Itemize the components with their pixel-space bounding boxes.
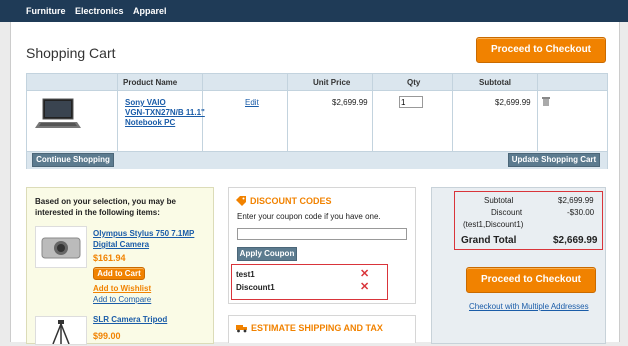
discount-title: DISCOUNT CODES — [250, 196, 332, 206]
crosssell-heading: Based on your selection, you may be inte… — [35, 197, 176, 217]
proceed-checkout-top-button[interactable]: Proceed to Checkout — [476, 37, 606, 63]
applied-code-2: Discount1 — [236, 283, 275, 292]
product-link-tripod[interactable]: SLR Camera Tripod — [93, 315, 167, 324]
unit-price: $2,699.99 — [332, 98, 368, 107]
tag-icon — [236, 196, 246, 208]
price-camera: $161.94 — [93, 253, 126, 263]
camera-image — [35, 226, 87, 268]
header-unit-price: Unit Price — [313, 78, 351, 87]
discount-detail: (test1,Discount1) — [463, 220, 524, 229]
crosssell-box: Based on your selection, you may be inte… — [26, 187, 214, 345]
discount-value: -$30.00 — [567, 208, 595, 217]
product-name-link[interactable]: Sony VAIO VGN-TXN27N/B 11.1" Notebook PC — [125, 98, 205, 128]
remove-code-2-icon[interactable]: ✕ — [360, 280, 369, 293]
price-tripod: $99.00 — [93, 331, 121, 341]
laptop-image — [35, 96, 81, 138]
edit-item-link[interactable]: Edit — [245, 98, 259, 107]
discount-prompt: Enter your coupon code if you have one. — [237, 212, 381, 221]
multi-address-checkout-link[interactable]: Checkout with Multiple Addresses — [469, 302, 589, 311]
product-link-camera[interactable]: Olympus Stylus 750 7.1MP Digital Camera — [93, 228, 194, 250]
add-to-compare-link[interactable]: Add to Compare — [93, 295, 151, 304]
apply-coupon-button[interactable]: Apply Coupon — [237, 247, 297, 261]
header-subtotal: Subtotal — [479, 78, 511, 87]
proceed-checkout-bottom-button[interactable]: Proceed to Checkout — [466, 267, 596, 293]
tripod-image — [35, 316, 87, 345]
nav-furniture[interactable]: Furniture — [26, 6, 66, 16]
trash-icon[interactable] — [541, 96, 551, 108]
add-to-wishlist-link[interactable]: Add to Wishlist — [93, 284, 151, 293]
continue-shopping-button[interactable]: Continue Shopping — [32, 153, 114, 167]
item-subtotal: $2,699.99 — [495, 98, 531, 107]
remove-code-1-icon[interactable]: ✕ — [360, 267, 369, 280]
subtotal-value: $2,699.99 — [558, 196, 594, 205]
top-nav: Furniture Electronics Apparel — [0, 0, 628, 22]
cart-table-header: Product Name Unit Price Qty Subtotal — [27, 74, 607, 91]
nav-apparel[interactable]: Apparel — [133, 6, 167, 16]
nav-electronics[interactable]: Electronics — [75, 6, 124, 16]
add-to-cart-button[interactable]: Add to Cart — [93, 267, 145, 280]
truck-icon — [236, 324, 248, 335]
shipping-box: ESTIMATE SHIPPING AND TAX — [228, 315, 416, 343]
grand-total-label: Grand Total — [461, 235, 517, 246]
qty-input[interactable] — [399, 96, 423, 108]
grand-total-value: $2,669.99 — [553, 235, 598, 246]
subtotal-label: Subtotal — [484, 196, 514, 205]
discount-label: Discount — [491, 208, 523, 217]
header-qty: Qty — [407, 78, 421, 87]
shipping-title: ESTIMATE SHIPPING AND TAX — [251, 323, 383, 333]
coupon-code-input[interactable] — [237, 228, 407, 240]
update-cart-button[interactable]: Update Shopping Cart — [508, 153, 600, 167]
applied-code-1: test1 — [236, 270, 255, 279]
page-title: Shopping Cart — [26, 45, 116, 61]
header-product-name: Product Name — [123, 78, 178, 87]
